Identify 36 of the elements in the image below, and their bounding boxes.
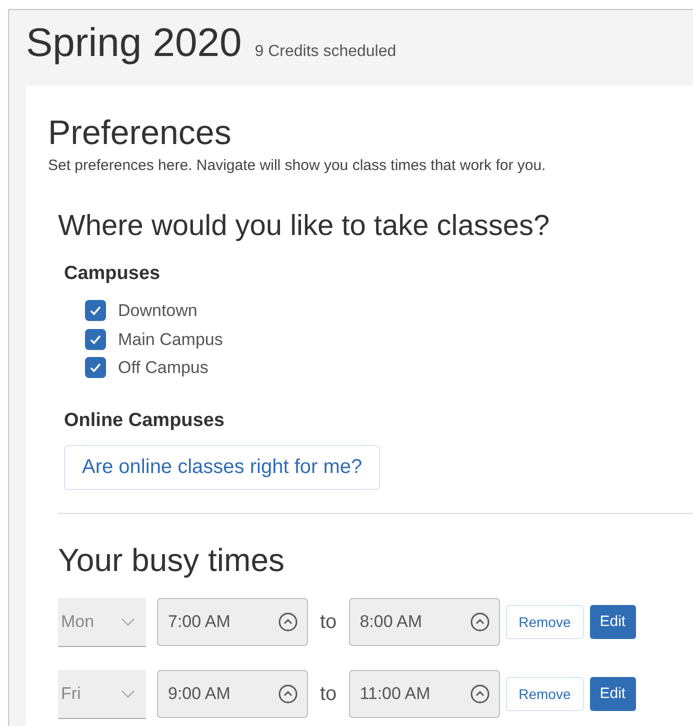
caret-up-circle-icon xyxy=(470,612,490,632)
busy-times-heading: Your busy times xyxy=(58,540,286,580)
checkbox[interactable] xyxy=(85,357,106,378)
online-classes-link[interactable]: Are online classes right for me? xyxy=(64,444,380,490)
caret-up-circle-icon xyxy=(278,612,298,632)
edit-button[interactable]: Edit xyxy=(590,605,636,639)
chevron-down-icon xyxy=(120,688,136,698)
credits-text: 9 Credits scheduled xyxy=(254,42,396,62)
caret-up-circle-icon xyxy=(470,684,490,704)
checkbox-label: Downtown xyxy=(118,300,198,322)
checkbox[interactable] xyxy=(85,328,106,350)
checkbox[interactable] xyxy=(85,300,106,322)
checkbox-label: Off Campus xyxy=(118,357,208,379)
edit-button[interactable]: Edit xyxy=(590,677,636,711)
check-icon xyxy=(89,304,102,318)
day-select[interactable]: Mon xyxy=(58,598,146,646)
online-campuses-heading: Online Campuses xyxy=(64,409,226,433)
caret-up-circle-icon xyxy=(278,684,298,704)
remove-button[interactable]: Remove xyxy=(506,605,584,639)
remove-button[interactable]: Remove xyxy=(506,677,584,711)
location-heading: Where would you like to take classes? xyxy=(58,209,551,244)
chevron-down-icon xyxy=(120,616,136,626)
check-icon xyxy=(89,361,102,374)
checkbox-label: Main Campus xyxy=(118,328,223,350)
to-text: to xyxy=(320,610,337,635)
check-icon xyxy=(89,332,102,346)
term-title: Spring 2020 xyxy=(26,20,242,67)
day-select[interactable]: Fri xyxy=(58,670,146,718)
time-field[interactable]: 8:00 AM xyxy=(348,598,500,646)
preferences-subtitle: Set preferences here. Navigate will show you class times that work for you. xyxy=(48,156,547,176)
time-field[interactable]: 7:00 AM xyxy=(157,598,308,646)
time-field[interactable]: 9:00 AM xyxy=(157,670,308,718)
campuses-heading: Campuses xyxy=(64,262,162,286)
time-field[interactable]: 11:00 AM xyxy=(348,670,500,718)
preferences-title: Preferences xyxy=(48,113,232,154)
to-text: to xyxy=(320,682,337,707)
